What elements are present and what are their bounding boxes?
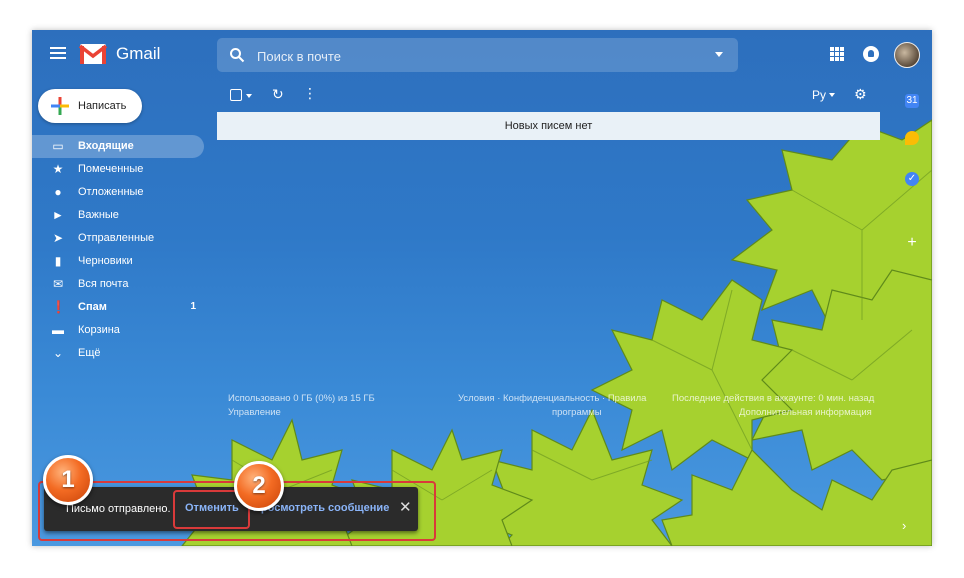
- undo-send-button[interactable]: Отменить: [185, 502, 239, 514]
- sidebar-item-label: Отправленные: [78, 232, 155, 244]
- empty-inbox-message: Новых писем нет: [504, 120, 593, 132]
- search-icon[interactable]: [229, 47, 245, 63]
- gmail-window: Gmail Написать ▭ Входящие ★ Помеченные: [32, 30, 932, 546]
- sidebar-item-drafts[interactable]: ▮ Черновики: [32, 250, 204, 273]
- important-icon: ►: [52, 208, 64, 222]
- sidebar-item-label: Помеченные: [78, 163, 144, 175]
- compose-button[interactable]: Написать: [38, 89, 142, 123]
- avatar[interactable]: [894, 42, 920, 68]
- tasks-icon[interactable]: ✓: [905, 172, 919, 186]
- apps-grid-icon[interactable]: [830, 47, 844, 61]
- sidebar-item-label: Отложенные: [78, 186, 144, 198]
- clock-icon: ●: [54, 185, 62, 199]
- gear-icon[interactable]: ⚙: [854, 87, 867, 101]
- step-badge-1: 1: [43, 455, 93, 505]
- chevron-right-icon[interactable]: ›: [902, 518, 906, 533]
- snackbar-message: Письмо отправлено.: [66, 503, 171, 515]
- gmail-logo-icon: [79, 44, 107, 64]
- compose-label: Написать: [78, 100, 127, 112]
- trash-icon: ▬: [52, 323, 64, 337]
- refresh-icon[interactable]: ↻: [272, 87, 284, 101]
- language-caret-icon[interactable]: [829, 93, 835, 97]
- sidebar-item-important[interactable]: ► Важные: [32, 204, 204, 227]
- program-policies-link[interactable]: программы: [552, 407, 602, 418]
- sidebar-item-trash[interactable]: ▬ Корзина: [32, 319, 204, 342]
- search-bar[interactable]: [217, 38, 738, 72]
- star-icon: ★: [52, 162, 64, 176]
- keep-icon[interactable]: [905, 131, 919, 145]
- mail-icon: ✉: [52, 277, 64, 291]
- more-options-icon[interactable]: ⋮: [303, 86, 317, 100]
- sidebar-nav: ▭ Входящие ★ Помеченные ● Отложенные ► В…: [32, 135, 208, 365]
- search-options-icon[interactable]: [715, 52, 723, 57]
- sidebar-item-all-mail[interactable]: ✉ Вся почта: [32, 273, 204, 296]
- last-activity: Последние действия в аккаунте: 0 мин. на…: [672, 393, 875, 404]
- calendar-icon[interactable]: 31: [905, 94, 919, 108]
- sidebar-item-label: Вся почта: [78, 278, 129, 290]
- compose-plus-icon: [51, 97, 69, 115]
- spam-icon: ❗: [51, 300, 66, 314]
- gmail-wordmark: Gmail: [116, 44, 161, 63]
- sidebar-item-starred[interactable]: ★ Помеченные: [32, 158, 204, 181]
- add-addon-icon[interactable]: +: [905, 235, 919, 251]
- sidebar-item-snoozed[interactable]: ● Отложенные: [32, 181, 204, 204]
- spam-count-badge: 1: [190, 301, 196, 312]
- sidebar-item-label: Важные: [78, 209, 119, 221]
- storage-usage: Использовано 0 ГБ (0%) из 15 ГБ: [228, 393, 375, 404]
- manage-storage-link[interactable]: Управление: [228, 407, 281, 418]
- close-icon[interactable]: ✕: [399, 500, 412, 515]
- sidebar-item-sent[interactable]: ➤ Отправленные: [32, 227, 204, 250]
- sidebar-item-spam[interactable]: ❗ Спам 1: [32, 296, 204, 319]
- sidebar-item-label: Черновики: [78, 255, 133, 267]
- sidebar-item-label: Спам: [78, 301, 107, 313]
- draft-icon: ▮: [54, 254, 62, 268]
- sidebar-item-label: Корзина: [78, 324, 120, 336]
- search-input[interactable]: [255, 44, 699, 68]
- sidebar-item-more[interactable]: ⌄ Ещё: [32, 342, 204, 365]
- select-all-checkbox[interactable]: [230, 89, 242, 101]
- inbox-icon: ▭: [52, 139, 64, 153]
- chevron-down-icon: ⌄: [52, 346, 64, 360]
- details-link[interactable]: Дополнительная информация: [739, 407, 872, 418]
- sidebar-item-label: Ещё: [78, 347, 101, 359]
- sidebar-item-inbox[interactable]: ▭ Входящие: [32, 135, 204, 158]
- empty-inbox-banner: Новых писем нет: [217, 112, 880, 140]
- main-menu-icon[interactable]: [50, 47, 66, 59]
- select-options-icon[interactable]: [246, 94, 252, 98]
- step-badge-2: 2: [234, 461, 284, 511]
- input-language-selector[interactable]: Ру: [812, 88, 826, 102]
- notifications-icon[interactable]: [863, 46, 879, 62]
- policy-links[interactable]: Условия · Конфиденциальность · Правила: [458, 393, 646, 404]
- send-icon: ➤: [52, 231, 64, 245]
- sidebar-item-label: Входящие: [78, 140, 134, 152]
